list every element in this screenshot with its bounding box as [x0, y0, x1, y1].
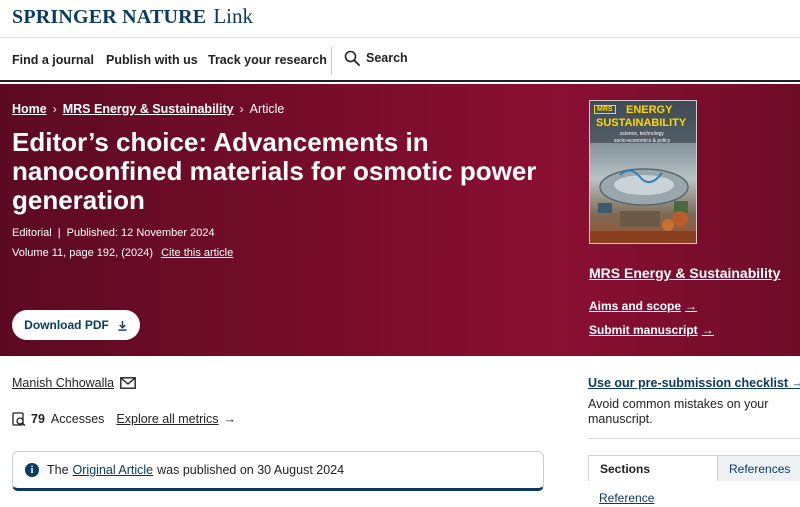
author-name-link[interactable]: Manish Chhowalla — [12, 376, 114, 390]
sections-tabs: Sections References — [588, 455, 800, 481]
nav-divider — [331, 47, 332, 75]
brand-name: SPRINGER NATURE — [12, 6, 207, 28]
sidebar-divider — [588, 438, 800, 439]
aims-scope-label: Aims and scope — [589, 299, 682, 313]
breadcrumb-journal[interactable]: MRS Energy & Sustainability — [63, 102, 234, 116]
download-pdf-button[interactable]: Download PDF — [12, 310, 140, 340]
email-icon[interactable] — [120, 377, 137, 389]
journal-name-link[interactable]: MRS Energy & Sustainability — [589, 265, 780, 281]
search-button[interactable]: Search — [344, 50, 408, 66]
page-title: Editor’s choice: Advancements in nanocon… — [12, 127, 537, 215]
author-line: Manish Chhowalla — [12, 376, 137, 390]
cover-illustration — [590, 168, 696, 243]
explore-metrics-link[interactable]: Explore all metrics — [116, 412, 218, 426]
nav-find-journal[interactable]: Find a journal — [12, 53, 94, 67]
section-link-reference[interactable]: Reference — [599, 491, 654, 505]
main-nav: Find a journal Publish with us Track you… — [0, 39, 800, 82]
nav-publish-with-us[interactable]: Publish with us — [106, 53, 198, 67]
chevron-right-icon: › — [239, 102, 244, 116]
cover-subtitle-line2: socio-economics & policy — [614, 138, 671, 144]
info-icon: i — [25, 463, 39, 477]
tab-sections[interactable]: Sections — [588, 455, 718, 481]
published-date: Published: 12 November 2024 — [66, 227, 215, 239]
arrow-right-icon: → — [223, 412, 237, 426]
article-metrics: 79 Accesses Explore all metrics → — [12, 412, 236, 426]
accesses-label: Accesses — [50, 412, 105, 426]
cover-title-line1: ENERGY — [626, 104, 673, 116]
cite-article-link[interactable]: Cite this article — [161, 247, 233, 259]
checklist-description: Avoid common mistakes on your manuscript… — [588, 397, 769, 426]
arrow-right-icon: → — [791, 376, 800, 390]
pre-submission-checklist-link[interactable]: Use our pre-submission checklist → — [588, 376, 800, 390]
chevron-right-icon: › — [52, 102, 57, 116]
search-label: Search — [366, 51, 408, 65]
original-article-notice: i The Original Article was published on … — [12, 451, 544, 491]
checklist-label: Use our pre-submission checklist — [588, 376, 789, 390]
accesses-count: 79 — [31, 412, 45, 426]
original-article-link[interactable]: Original Article — [73, 463, 154, 477]
article-type: Editorial — [12, 227, 52, 239]
submit-manuscript-label: Submit manuscript — [589, 323, 698, 337]
breadcrumb-home[interactable]: Home — [12, 102, 47, 116]
springer-nature-link-logo[interactable]: SPRINGER NATURE Link — [12, 4, 253, 29]
article-citation-meta: Volume 11, page 192, (2024) Cite this art… — [12, 247, 233, 259]
brand-product: Link — [213, 4, 253, 28]
journal-cover-image[interactable]: MRS ENERGY SUSTAINABILITY science, techn… — [589, 100, 697, 244]
arrow-right-icon: → — [685, 299, 698, 313]
aims-scope-link[interactable]: Aims and scope → — [589, 299, 697, 313]
cover-subtitle-line1: science, technology — [620, 131, 664, 137]
cover-title-line2: SUSTAINABILITY — [596, 117, 687, 129]
article-header: Home › MRS Energy & Sustainability › Art… — [0, 84, 800, 356]
submit-manuscript-link[interactable]: Submit manuscript → — [589, 323, 714, 337]
meta-divider: | — [57, 227, 61, 239]
cover-logo: MRS — [594, 105, 616, 114]
article-meta: Editorial | Published: 12 November 2024 — [12, 227, 215, 239]
volume-info: Volume 11, page 192, (2024) — [12, 247, 154, 259]
breadcrumb-current: Article — [249, 102, 285, 116]
search-icon — [344, 50, 360, 66]
arrow-right-icon: → — [701, 323, 714, 337]
tab-references[interactable]: References — [718, 455, 800, 481]
download-pdf-label: Download PDF — [24, 318, 109, 332]
brand-bar: SPRINGER NATURE Link — [0, 0, 800, 38]
breadcrumb: Home › MRS Energy & Sustainability › Art… — [12, 102, 284, 116]
notice-suffix: was published on 30 August 2024 — [157, 463, 345, 477]
accesses-icon — [12, 412, 26, 426]
nav-track-research[interactable]: Track your research — [208, 53, 327, 67]
notice-prefix: The — [47, 463, 69, 477]
download-icon — [118, 320, 127, 331]
